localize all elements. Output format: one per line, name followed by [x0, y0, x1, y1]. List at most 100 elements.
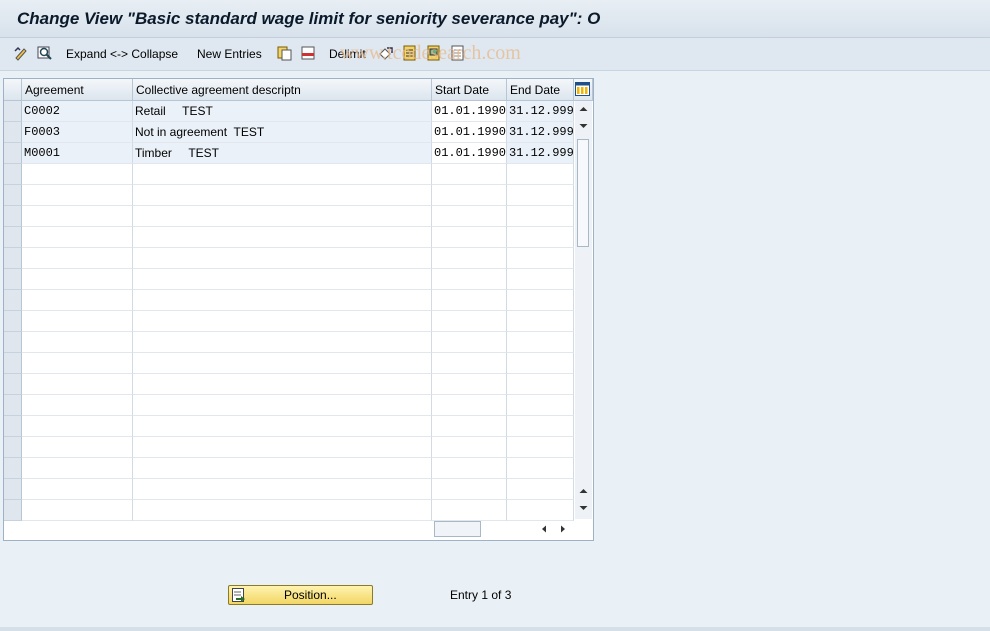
empty-cell[interactable] — [507, 248, 574, 269]
row-selector[interactable] — [4, 311, 22, 332]
empty-table-row[interactable] — [4, 374, 574, 395]
empty-cell[interactable] — [507, 290, 574, 311]
empty-cell[interactable] — [133, 206, 432, 227]
row-selector[interactable] — [4, 269, 22, 290]
empty-cell[interactable] — [432, 374, 507, 395]
empty-cell[interactable] — [432, 311, 507, 332]
empty-cell[interactable] — [22, 395, 133, 416]
empty-cell[interactable] — [133, 269, 432, 290]
page-up-icon[interactable] — [578, 486, 589, 496]
vertical-scroll-thumb[interactable] — [577, 139, 589, 247]
table-settings-button[interactable] — [574, 79, 593, 101]
empty-table-row[interactable] — [4, 458, 574, 479]
row-selector[interactable] — [4, 416, 22, 437]
empty-cell[interactable] — [22, 311, 133, 332]
empty-cell[interactable] — [507, 332, 574, 353]
description-cell[interactable]: Retail TEST — [133, 101, 432, 122]
agreement-cell[interactable]: F0003 — [22, 122, 133, 143]
empty-table-row[interactable] — [4, 290, 574, 311]
empty-cell[interactable] — [22, 374, 133, 395]
expand-collapse-button[interactable]: Expand <-> Collapse — [66, 46, 178, 62]
empty-cell[interactable] — [507, 269, 574, 290]
empty-cell[interactable] — [133, 395, 432, 416]
row-selector[interactable] — [4, 500, 22, 521]
row-selector[interactable] — [4, 479, 22, 500]
empty-table-row[interactable] — [4, 395, 574, 416]
row-selector[interactable] — [4, 227, 22, 248]
empty-cell[interactable] — [432, 458, 507, 479]
empty-cell[interactable] — [22, 164, 133, 185]
empty-cell[interactable] — [22, 185, 133, 206]
empty-cell[interactable] — [133, 479, 432, 500]
end-date-cell[interactable]: 31.12.999 — [507, 122, 574, 143]
empty-cell[interactable] — [432, 185, 507, 206]
empty-cell[interactable] — [133, 332, 432, 353]
empty-cell[interactable] — [133, 248, 432, 269]
horizontal-scrollbar[interactable] — [434, 520, 574, 538]
empty-cell[interactable] — [432, 479, 507, 500]
scroll-left-icon[interactable] — [539, 524, 549, 534]
empty-cell[interactable] — [22, 458, 133, 479]
empty-cell[interactable] — [432, 206, 507, 227]
empty-cell[interactable] — [133, 437, 432, 458]
row-selector[interactable] — [4, 290, 22, 311]
empty-cell[interactable] — [432, 332, 507, 353]
empty-cell[interactable] — [133, 164, 432, 185]
empty-cell[interactable] — [22, 227, 133, 248]
empty-cell[interactable] — [507, 395, 574, 416]
empty-cell[interactable] — [22, 353, 133, 374]
empty-cell[interactable] — [133, 185, 432, 206]
row-selector[interactable] — [4, 395, 22, 416]
vertical-scrollbar[interactable] — [575, 101, 592, 519]
start-date-cell[interactable]: 01.01.1990 — [432, 143, 507, 164]
scroll-down-icon[interactable] — [578, 503, 589, 513]
empty-cell[interactable] — [22, 416, 133, 437]
select-block-icon[interactable] — [426, 45, 442, 61]
start-date-cell[interactable]: 01.01.1990 — [432, 101, 507, 122]
empty-cell[interactable] — [22, 206, 133, 227]
empty-cell[interactable] — [133, 311, 432, 332]
empty-table-row[interactable] — [4, 206, 574, 227]
empty-cell[interactable] — [507, 227, 574, 248]
empty-table-row[interactable] — [4, 353, 574, 374]
column-header-agreement[interactable]: Agreement — [22, 79, 133, 101]
position-button[interactable]: Position... — [228, 585, 373, 605]
row-selector[interactable] — [4, 353, 22, 374]
empty-cell[interactable] — [133, 353, 432, 374]
row-selector[interactable] — [4, 248, 22, 269]
empty-table-row[interactable] — [4, 479, 574, 500]
row-selector[interactable] — [4, 185, 22, 206]
empty-cell[interactable] — [432, 437, 507, 458]
empty-cell[interactable] — [432, 164, 507, 185]
row-selector[interactable] — [4, 458, 22, 479]
empty-cell[interactable] — [22, 332, 133, 353]
empty-cell[interactable] — [22, 437, 133, 458]
empty-cell[interactable] — [507, 185, 574, 206]
empty-cell[interactable] — [22, 248, 133, 269]
empty-table-row[interactable] — [4, 332, 574, 353]
start-date-cell[interactable]: 01.01.1990 — [432, 122, 507, 143]
scroll-up-icon[interactable] — [578, 104, 589, 114]
delimit-button[interactable]: Delimit — [329, 46, 366, 62]
select-all-icon[interactable] — [402, 45, 418, 61]
empty-cell[interactable] — [133, 458, 432, 479]
empty-table-row[interactable] — [4, 248, 574, 269]
row-selector[interactable] — [4, 164, 22, 185]
row-selector[interactable] — [4, 143, 22, 164]
deselect-all-icon[interactable] — [450, 45, 466, 61]
empty-cell[interactable] — [432, 395, 507, 416]
empty-table-row[interactable] — [4, 437, 574, 458]
empty-cell[interactable] — [507, 500, 574, 521]
table-row[interactable]: M0001 Timber TEST 01.01.1990 31.12.999 — [4, 143, 574, 164]
scroll-right-icon[interactable] — [558, 524, 568, 534]
empty-cell[interactable] — [507, 416, 574, 437]
table-row[interactable]: C0002 Retail TEST 01.01.1990 31.12.999 — [4, 101, 574, 122]
description-cell[interactable]: Not in agreement TEST — [133, 122, 432, 143]
end-date-cell[interactable]: 31.12.999 — [507, 101, 574, 122]
page-down-icon[interactable] — [578, 121, 589, 131]
empty-cell[interactable] — [432, 290, 507, 311]
empty-table-row[interactable] — [4, 227, 574, 248]
empty-cell[interactable] — [22, 269, 133, 290]
empty-cell[interactable] — [133, 500, 432, 521]
empty-table-row[interactable] — [4, 185, 574, 206]
